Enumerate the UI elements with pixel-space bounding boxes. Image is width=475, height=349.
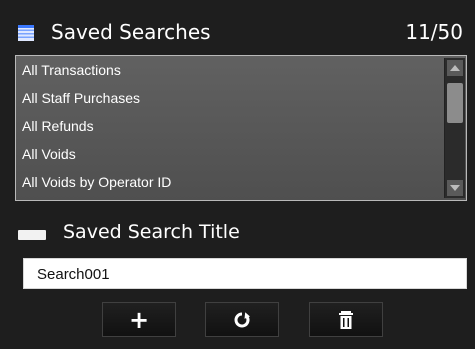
list-item[interactable]: All Refunds — [22, 112, 94, 140]
chevron-down-icon — [450, 185, 460, 191]
list-item[interactable]: All Transactions — [22, 56, 121, 84]
list-item[interactable]: All Voids — [22, 140, 76, 168]
trash-icon — [339, 310, 353, 329]
keyboard-icon — [18, 230, 46, 240]
saved-searches-list[interactable]: All Transactions All Staff Purchases All… — [15, 55, 467, 201]
search-count: 11/50 — [405, 20, 463, 44]
list-item[interactable]: All Voids by Operator ID — [22, 168, 171, 196]
search-title-input[interactable]: Search001 — [23, 258, 467, 289]
scroll-up-button[interactable] — [447, 60, 463, 76]
plus-icon: + — [128, 305, 150, 334]
header: Saved Searches 11/50 — [0, 8, 475, 52]
add-button[interactable]: + — [102, 302, 176, 337]
delete-button[interactable] — [309, 302, 383, 337]
panel-title: Saved Searches — [51, 20, 211, 44]
list-item[interactable]: All Staff Purchases — [22, 84, 140, 112]
list-scrollbar[interactable] — [444, 58, 465, 198]
section-label: Saved Search Title — [63, 221, 240, 243]
scroll-thumb[interactable] — [447, 83, 463, 123]
list-icon — [18, 25, 34, 41]
saved-searches-panel: Saved Searches 11/50 All Transactions Al… — [0, 0, 475, 349]
chevron-up-icon — [450, 65, 460, 71]
scroll-down-button[interactable] — [447, 180, 463, 196]
refresh-button[interactable] — [205, 302, 279, 337]
refresh-icon — [234, 311, 250, 327]
